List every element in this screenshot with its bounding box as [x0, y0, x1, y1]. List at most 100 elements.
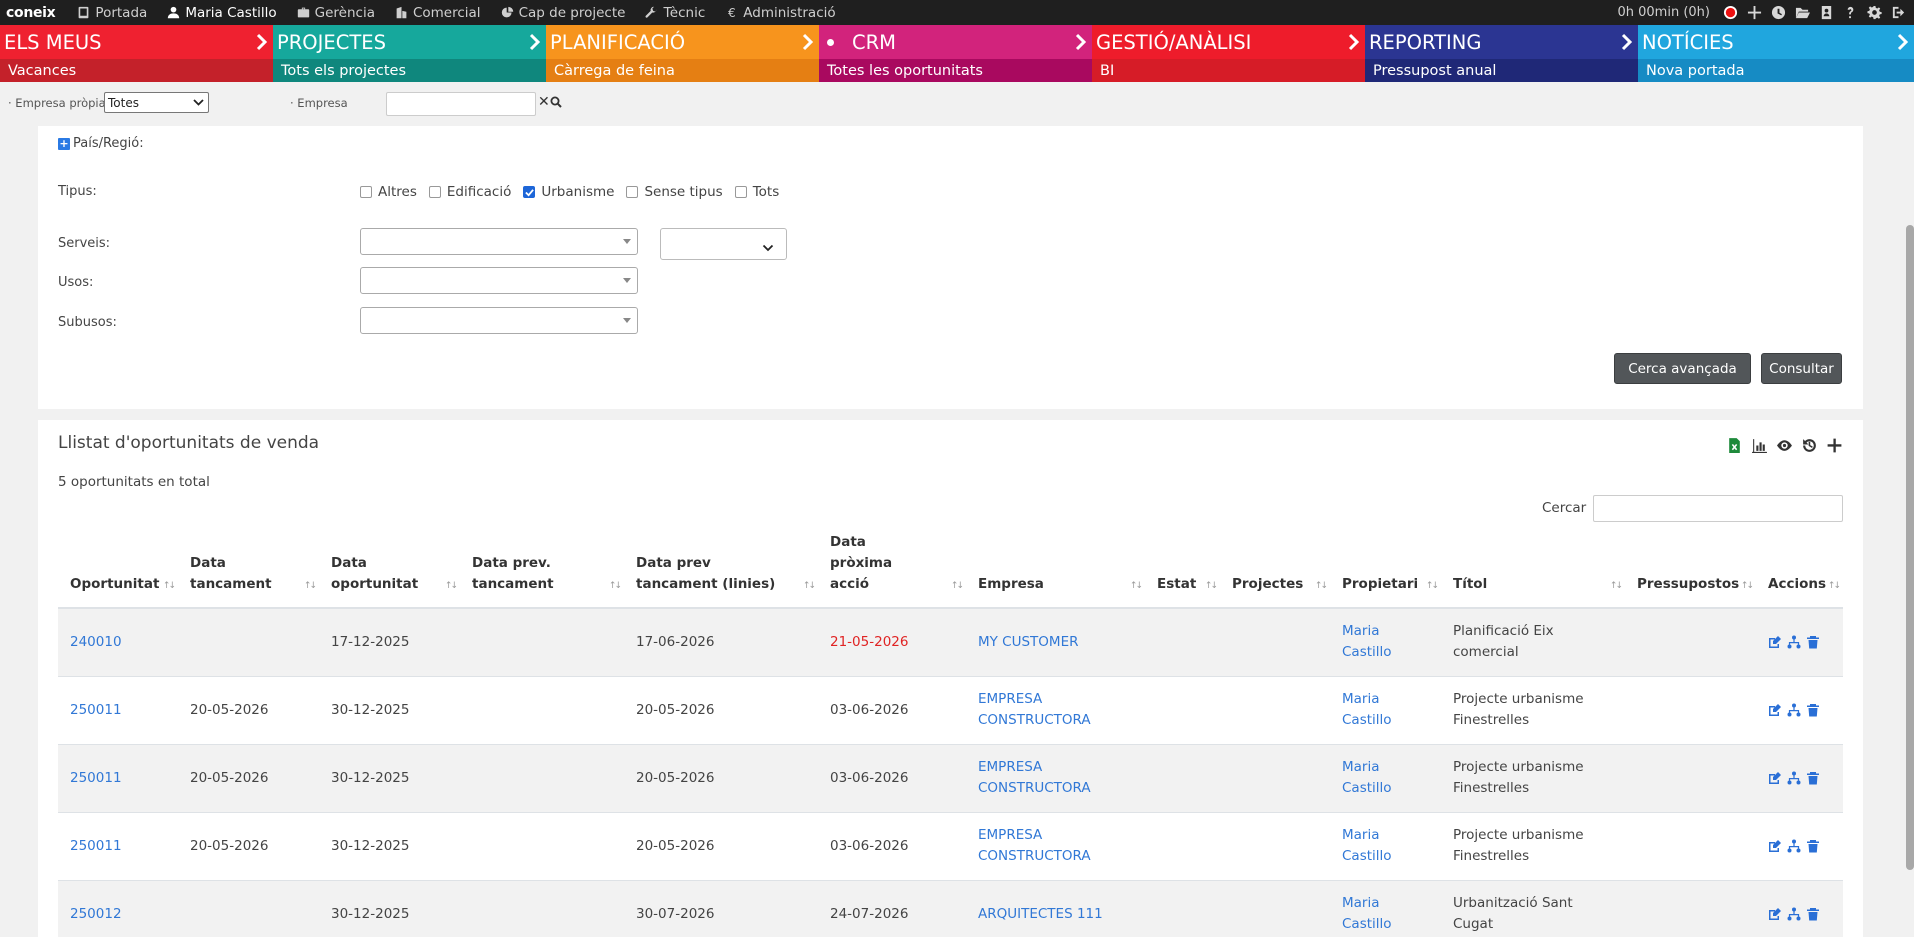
hierarchy-icon[interactable] — [1787, 635, 1801, 649]
hierarchy-icon[interactable] — [1787, 907, 1801, 921]
col-header-titol[interactable]: Títol ↑↓ — [1441, 532, 1625, 609]
contact-book-icon[interactable] — [1819, 5, 1834, 20]
tipus-tots[interactable]: Tots — [734, 184, 779, 200]
col-header-empresa[interactable]: Empresa ↑↓ — [966, 532, 1145, 609]
company-link[interactable]: ARQUITECTES 111 — [978, 904, 1108, 925]
excel-export-icon[interactable] — [1725, 436, 1743, 454]
col-header-accions[interactable]: Accions ↑↓ — [1756, 532, 1843, 609]
module-noticies[interactable]: NOTÍCIES Nova portada — [1638, 25, 1914, 82]
module-sub-bg[interactable]: Càrrega de feina — [546, 59, 819, 82]
tipus-edificacio[interactable]: Edificació — [428, 184, 511, 200]
trash-icon[interactable] — [1806, 703, 1820, 717]
record-icon[interactable] — [1723, 5, 1738, 20]
tipus-urbanisme[interactable]: Urbanisme — [523, 184, 614, 200]
cell-oportunitat[interactable]: 250011 — [58, 743, 178, 812]
trash-icon[interactable] — [1806, 635, 1820, 649]
cell-oportunitat[interactable]: 250011 — [58, 675, 178, 744]
clear-icon[interactable]: ✕ — [538, 94, 550, 110]
cell-empresa[interactable]: EMPRESA CONSTRUCTORA — [966, 675, 1145, 744]
opportunity-link[interactable]: 250012 — [70, 906, 122, 922]
table-row[interactable]: 250012 30-12-2025 30-07-2026 24-07-2026 ARQU… — [58, 879, 1843, 937]
page-scrollbar[interactable] — [1906, 225, 1914, 870]
table-row[interactable]: 250011 20-05-2026 30-12-2025 20-05-2026 03-0… — [58, 675, 1843, 744]
nav-administracio[interactable]: € Administració — [725, 5, 836, 21]
cell-empresa[interactable]: EMPRESA CONSTRUCTORA — [966, 811, 1145, 880]
company-link[interactable]: MY CUSTOMER — [978, 632, 1108, 653]
nav-gerencia[interactable]: Gerència — [297, 5, 375, 21]
cell-oportunitat[interactable]: 240010 — [58, 607, 178, 676]
module-reporting[interactable]: REPORTING Pressupost anual — [1365, 25, 1638, 82]
module-sub-bg[interactable]: Totes les oportunitats — [819, 59, 1092, 82]
module-planificacio[interactable]: PLANIFICACIÓ Càrrega de feina — [546, 25, 819, 82]
module-sub-bg[interactable]: BI — [1092, 59, 1365, 82]
module-els-meus[interactable]: ELS MEUS Vacances — [0, 25, 273, 82]
table-row[interactable]: 250011 20-05-2026 30-12-2025 20-05-2026 03-0… — [58, 811, 1843, 880]
opportunity-link[interactable]: 250011 — [70, 838, 122, 854]
gear-icon[interactable] — [1867, 5, 1882, 20]
opportunity-link[interactable]: 250011 — [70, 702, 122, 718]
cell-oportunitat[interactable]: 250012 — [58, 879, 178, 937]
tipus-sense-tipus[interactable]: Sense tipus — [626, 184, 723, 200]
col-header-propietari[interactable]: Propietari ↑↓ — [1330, 532, 1441, 609]
checkbox[interactable] — [360, 186, 372, 198]
empresa-input[interactable] — [386, 92, 536, 116]
module-sub-bg[interactable]: Vacances — [0, 59, 273, 82]
opportunity-link[interactable]: 240010 — [70, 634, 122, 650]
col-header-data-proxima-accio[interactable]: Data pròxima acció ↑↓ — [818, 532, 966, 609]
nav-user[interactable]: Maria Castillo — [167, 5, 277, 21]
hierarchy-icon[interactable] — [1787, 839, 1801, 853]
help-icon[interactable] — [1843, 5, 1858, 20]
eye-icon[interactable] — [1775, 436, 1793, 454]
folder-open-icon[interactable] — [1795, 5, 1810, 20]
trash-icon[interactable] — [1806, 839, 1820, 853]
edit-icon[interactable] — [1768, 839, 1782, 853]
usos-dropdown[interactable] — [360, 267, 638, 294]
query-button[interactable]: Consultar — [1761, 353, 1842, 384]
col-header-estat[interactable]: Estat ↑↓ — [1145, 532, 1220, 609]
hierarchy-icon[interactable] — [1787, 703, 1801, 717]
col-header-pressupostos[interactable]: Pressupostos ↑↓ — [1625, 532, 1756, 609]
module-projectes[interactable]: PROJECTES Tots els projectes — [273, 25, 546, 82]
col-header-data-prev-tancament[interactable]: Data prev. tancament ↑↓ — [460, 532, 624, 609]
owner-link[interactable]: Maria Castillo — [1342, 621, 1402, 663]
app-logo[interactable]: coneix — [0, 5, 67, 21]
plus-icon[interactable] — [1747, 5, 1762, 20]
nav-portada[interactable]: Portada — [77, 5, 147, 21]
hierarchy-icon[interactable] — [1787, 771, 1801, 785]
cell-oportunitat[interactable]: 250011 — [58, 811, 178, 880]
serveis-secondary-select[interactable] — [660, 228, 787, 260]
col-header-data-oportunitat[interactable]: Data oportunitat ↑↓ — [319, 532, 460, 609]
cell-propietari[interactable]: Maria Castillo — [1330, 811, 1441, 880]
nav-cap-projecte[interactable]: Cap de projecte — [501, 5, 625, 21]
cell-propietari[interactable]: Maria Castillo — [1330, 607, 1441, 676]
nav-comercial[interactable]: Comercial — [395, 5, 481, 21]
table-search-input[interactable] — [1593, 495, 1843, 522]
trash-icon[interactable] — [1806, 907, 1820, 921]
module-sub-bg[interactable]: Tots els projectes — [273, 59, 546, 82]
cell-empresa[interactable]: EMPRESA CONSTRUCTORA — [966, 743, 1145, 812]
cell-propietari[interactable]: Maria Castillo — [1330, 879, 1441, 937]
table-row[interactable]: 240010 17-12-2025 17-06-2026 21-05-2026 MY C… — [58, 607, 1843, 676]
bar-chart-icon[interactable] — [1750, 436, 1768, 454]
company-link[interactable]: EMPRESA CONSTRUCTORA — [978, 689, 1108, 731]
cell-propietari[interactable]: Maria Castillo — [1330, 675, 1441, 744]
edit-icon[interactable] — [1768, 703, 1782, 717]
edit-icon[interactable] — [1768, 907, 1782, 921]
nav-tecnic[interactable]: Tècnic — [645, 5, 705, 21]
cell-empresa[interactable]: ARQUITECTES 111 — [966, 879, 1145, 937]
owner-link[interactable]: Maria Castillo — [1342, 689, 1402, 731]
col-header-data-prev-linies[interactable]: Data prev tancament (linies) ↑↓ — [624, 532, 818, 609]
checkbox-checked[interactable] — [523, 186, 536, 198]
serveis-dropdown[interactable] — [360, 228, 638, 255]
opportunity-link[interactable]: 250011 — [70, 770, 122, 786]
owner-link[interactable]: Maria Castillo — [1342, 825, 1402, 867]
history-icon[interactable] — [1800, 436, 1818, 454]
cell-propietari[interactable]: Maria Castillo — [1330, 743, 1441, 812]
clock-icon[interactable] — [1771, 5, 1786, 20]
logout-icon[interactable] — [1891, 5, 1906, 20]
module-crm[interactable]: CRM Totes les oportunitats — [819, 25, 1092, 82]
empresa-propia-select[interactable]: Totes — [104, 92, 209, 113]
tipus-altres[interactable]: Altres — [360, 184, 417, 200]
table-row[interactable]: 250011 20-05-2026 30-12-2025 20-05-2026 03-0… — [58, 743, 1843, 812]
trash-icon[interactable] — [1806, 771, 1820, 785]
